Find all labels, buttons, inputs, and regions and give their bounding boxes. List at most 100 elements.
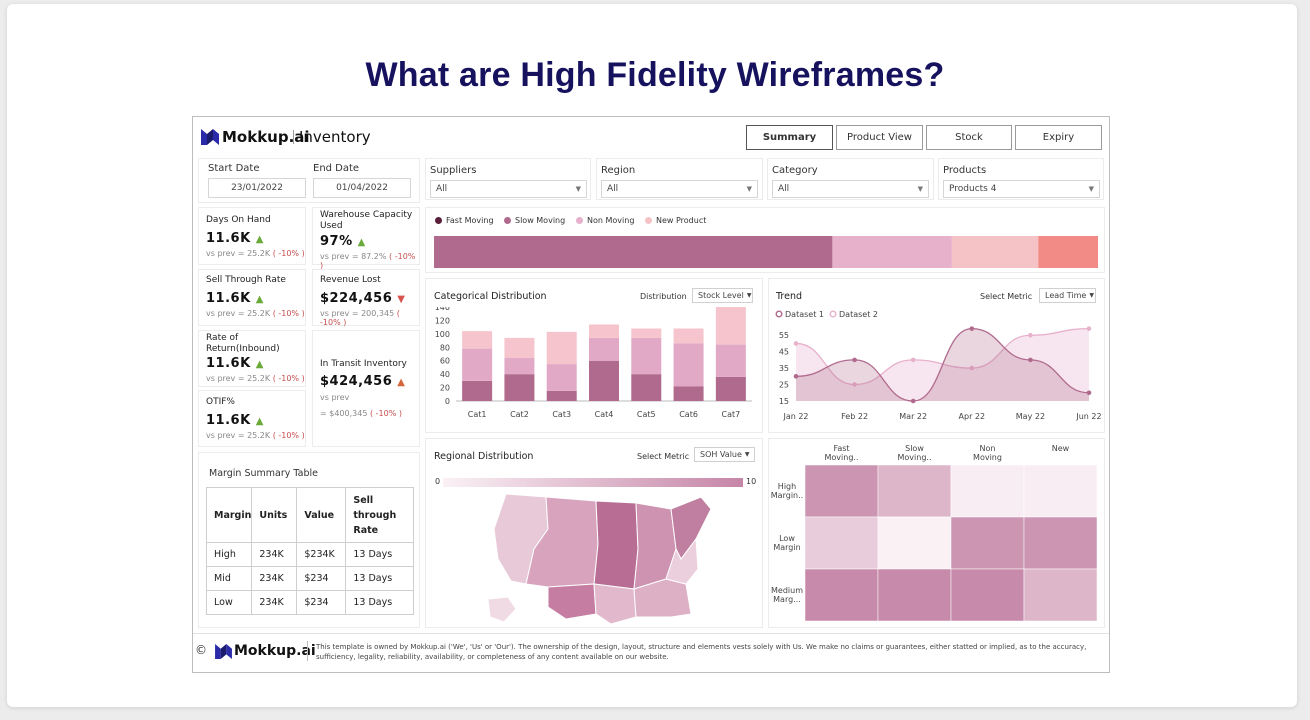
kpi-prev-row: = $400,345 ( -10% ) (320, 409, 402, 418)
kpi-prev-row: vs prev = 25.2K ( -10% ) (206, 374, 305, 383)
category-select[interactable]: All ▼ (772, 180, 929, 198)
y-tick-label: 40 (440, 370, 450, 379)
nav-expiry-button[interactable]: Expiry (1015, 125, 1102, 150)
heatmap-cell (804, 464, 879, 518)
kpi-in-transit: In Transit Inventory $424,456 ▲ vs prev … (312, 330, 420, 447)
footer-logo-text: Mokkup.ai (234, 643, 316, 659)
table-cell: Low (205, 590, 253, 615)
column-label: New (1052, 444, 1070, 453)
bar-segment (504, 374, 535, 401)
heatmap-cell (877, 464, 952, 518)
legend-label: Dataset 1 (785, 310, 824, 319)
nav-product-view-button[interactable]: Product View (836, 125, 923, 150)
y-tick-label: 0 (445, 397, 450, 406)
kpi-prev: vs prev = 25.2K (206, 374, 271, 383)
data-point (1086, 390, 1092, 396)
bar-segment (462, 348, 493, 381)
start-date-input[interactable]: 23/01/2022 (208, 178, 306, 198)
products-select[interactable]: Products 4 ▼ (943, 180, 1100, 198)
kpi-revenue-lost: Revenue Lost $224,456 ▼ vs prev = 200,34… (312, 269, 420, 327)
kpi-value-row: 97% ▲ (320, 234, 366, 249)
heatmap-cell (1023, 464, 1098, 518)
x-tick-label: Cat3 (552, 410, 571, 419)
legend-dot-icon (504, 217, 511, 224)
color-scale-bar (443, 478, 743, 487)
data-point (969, 326, 975, 331)
suppliers-label: Suppliers (430, 165, 477, 176)
regional-metric-select[interactable]: SOH Value ▼ (694, 447, 755, 462)
region-select[interactable]: All ▼ (601, 180, 758, 198)
kpi-title: Rate of Return(Inbound) (206, 333, 280, 354)
heatmap-cell (804, 568, 879, 622)
table-cell: 13 Days (345, 542, 414, 567)
data-point (910, 357, 916, 363)
row-label: Medium (771, 586, 803, 595)
x-tick-label: Cat6 (679, 410, 698, 419)
heatmap-panel: Fast Moving.. Slow Moving.. Non Moving New High… (768, 438, 1105, 628)
categorical-title: Categorical Distribution (434, 291, 547, 302)
kpi-value: 11.6K (206, 413, 251, 428)
heatmap-cell (1023, 516, 1098, 570)
margin-movement-heatmap: FastMoving..SlowMoving..NonMovingNewHigh… (771, 444, 1098, 622)
bar-segment (589, 324, 619, 338)
bar-segment (631, 328, 662, 338)
table-cell: $234 (296, 590, 347, 615)
region-filter: Region All ▼ (596, 158, 763, 200)
kpi-title: Revenue Lost (320, 275, 381, 285)
categorical-bar-chart: 0 20 40 60 80 100 120 140 Cat1 Cat2 Cat3 Cat4 Cat5 Ca… (435, 307, 752, 419)
movement-segment (1038, 236, 1098, 268)
nav-stock-button[interactable]: Stock (926, 125, 1012, 150)
kpi-prev-row: vs prev = 25.2K ( -10% ) (206, 249, 305, 258)
footer-disclaimer: This template is owned by Mokkup.ai ('We… (316, 643, 1087, 661)
map-region-texas (593, 583, 637, 624)
bar-segment (546, 331, 577, 365)
x-tick-label: Cat4 (595, 410, 614, 419)
legend-fast-moving: Fast Moving (435, 216, 494, 225)
margin-table-title: Margin Summary Table (209, 468, 318, 479)
kpi-prev-row: vs prev = 200,345 ( -10% ) (320, 309, 419, 327)
trend-metric-label: Select Metric (980, 292, 1033, 301)
y-tick-label: 35 (779, 364, 789, 373)
legend-marker-icon (775, 310, 783, 318)
data-point (1028, 332, 1033, 338)
y-tick-label: 25 (779, 381, 789, 390)
chevron-down-icon: ▼ (1088, 185, 1094, 193)
bar-segment (589, 337, 619, 361)
chevron-down-icon: ▼ (917, 185, 923, 193)
x-tick-label: Jun 22 (1075, 412, 1101, 421)
kpi-prev: = $400,345 (320, 409, 368, 418)
data-point (910, 398, 916, 404)
kpi-value: 11.6K (206, 231, 251, 246)
bar-segment (715, 307, 746, 345)
suppliers-select[interactable]: All ▼ (430, 180, 587, 198)
table-row: High 234K $234K 13 Days (205, 542, 414, 567)
distribution-select[interactable]: Stock Level ▼ (692, 288, 753, 303)
bar-segment (504, 337, 535, 359)
x-tick-label: Apr 22 (959, 412, 986, 421)
suppliers-value: All (436, 184, 448, 194)
legend-label: Non Moving (587, 216, 635, 225)
heatmap-cell (950, 464, 1025, 518)
bar-segment (589, 360, 619, 401)
table-cell: $234K (296, 542, 347, 567)
arrow-up-icon: ▲ (255, 359, 264, 370)
kpi-prev: vs prev = 25.2K (206, 431, 271, 440)
suppliers-filter: Suppliers All ▼ (425, 158, 591, 200)
us-map (487, 493, 712, 624)
row-label: Margin.. (771, 491, 803, 500)
products-label: Products (943, 165, 987, 176)
legend-non-moving: Non Moving (576, 216, 634, 225)
trend-metric-select[interactable]: Lead Time ▼ (1039, 288, 1096, 303)
nav-summary-button[interactable]: Summary (746, 125, 833, 150)
data-point (1086, 326, 1092, 331)
arrow-up-icon: ▲ (397, 377, 406, 388)
end-date-input[interactable]: 01/04/2022 (313, 178, 411, 198)
map-region-plains (593, 500, 639, 590)
distribution-label: Distribution (640, 292, 687, 301)
legend-dot-icon (435, 217, 442, 224)
logo-separator (293, 130, 294, 144)
chevron-down-icon: ▼ (746, 185, 752, 193)
legend-label: Dataset 2 (839, 310, 878, 319)
y-tick-label: 55 (779, 331, 789, 340)
bar-segment (715, 376, 746, 401)
